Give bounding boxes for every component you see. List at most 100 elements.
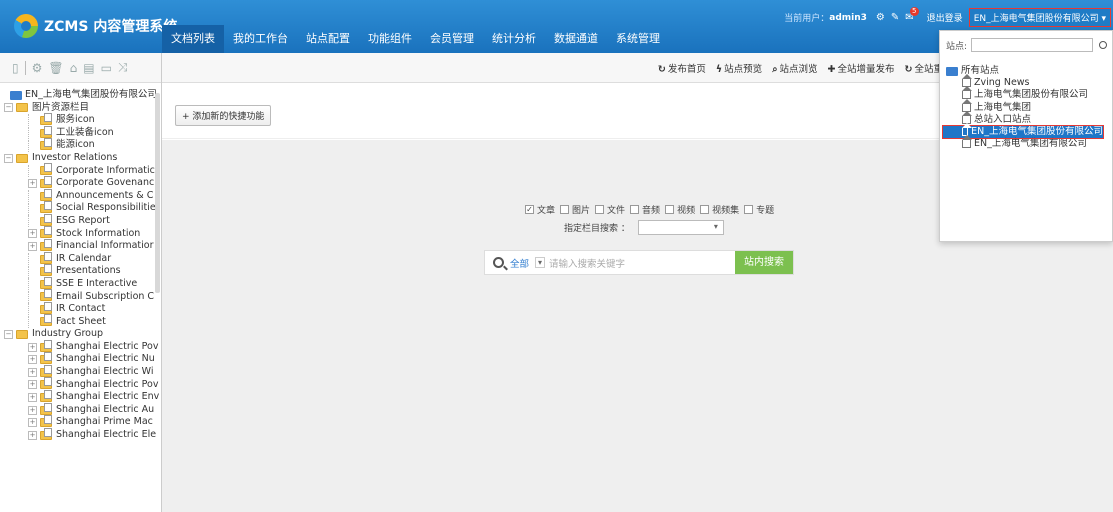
expand-icon[interactable]: +	[28, 405, 37, 415]
chevron-down-icon[interactable]: ▾	[535, 257, 546, 268]
tree-node-label: IR Calendar	[56, 252, 112, 264]
expand-icon[interactable]: +	[28, 229, 37, 239]
nav-item[interactable]: 会员管理	[421, 25, 483, 53]
expand-icon[interactable]: +	[28, 418, 37, 428]
tree-node[interactable]: + Shanghai Electric Wi	[0, 364, 161, 379]
expand-icon[interactable]: +	[28, 393, 37, 403]
tree-node[interactable]: + Stock Information	[0, 226, 161, 241]
tree-node[interactable]: Corporate Informatic	[0, 163, 161, 178]
type-filter-checkbox[interactable]: 文件	[595, 203, 625, 216]
mail-icon[interactable]: ✉ 5	[905, 7, 919, 23]
collapse-icon[interactable]: −	[4, 330, 13, 340]
nav-item[interactable]: 文档列表	[162, 25, 224, 53]
tree-node[interactable]: + Financial Informatior	[0, 238, 161, 253]
tree-node[interactable]: Fact Sheet	[0, 314, 161, 329]
nav-item[interactable]: 统计分析	[483, 25, 545, 53]
folder-icon	[40, 402, 52, 415]
nav-item[interactable]: 系统管理	[607, 25, 669, 53]
tree-node[interactable]: Presentations	[0, 264, 161, 278]
tree-node[interactable]: − Investor Relations	[0, 152, 161, 165]
tree-node[interactable]: 服务icon	[0, 112, 161, 127]
shuffle-icon[interactable]: ⤨	[118, 60, 128, 75]
column-tree: EN_上海电气集团股份有限公司 − 图片资源栏目 服务icon 工业装备icon 能源i…	[0, 83, 161, 442]
comment-icon[interactable]: ▭	[101, 61, 112, 75]
collapse-icon[interactable]: −	[4, 103, 13, 113]
tree-node[interactable]: Announcements & C	[0, 188, 161, 203]
type-filter-checkbox[interactable]: 专题	[744, 203, 774, 216]
tree-node[interactable]: 工业装备icon	[0, 125, 161, 140]
nav-item[interactable]: 数据通道	[545, 25, 607, 53]
tree-node[interactable]: + Shanghai Electric Ele	[0, 427, 161, 442]
type-filter-checkbox[interactable]: ✓ 文章	[525, 203, 555, 216]
tree-node[interactable]: + Corporate Govenanc	[0, 175, 161, 190]
tree-node-label: 工业装备icon	[56, 126, 114, 138]
site-search-input[interactable]	[971, 38, 1094, 52]
toolbar-action[interactable]: ✚ 全站增量发布	[828, 61, 895, 75]
tree-node[interactable]: Email Subscription C	[0, 289, 161, 304]
logout-link[interactable]: 退出登录	[927, 11, 963, 24]
lock-icon[interactable]: ⌂	[70, 61, 78, 75]
list-icon[interactable]: ▤	[83, 61, 94, 75]
tree-node[interactable]: + Shanghai Prime Mac	[0, 415, 161, 429]
tree-node-label: 服务icon	[56, 114, 95, 126]
tree-node-label: Social Responsibilitie	[56, 202, 156, 214]
tree-node[interactable]: IR Calendar	[0, 251, 161, 266]
collapse-icon[interactable]: −	[4, 153, 13, 163]
folder-icon	[16, 153, 28, 163]
trash-icon[interactable]: 🗑	[48, 61, 63, 75]
expand-icon[interactable]: +	[28, 430, 37, 440]
expand-icon[interactable]: +	[28, 355, 37, 365]
type-filter-checkbox[interactable]: 音频	[630, 203, 660, 216]
expand-icon[interactable]: +	[28, 367, 37, 377]
site-option[interactable]: EN_上海电气集团有限公司	[940, 135, 1112, 150]
type-filter-checkbox[interactable]: 图片	[560, 203, 590, 216]
tree-node[interactable]: 能源icon	[0, 138, 161, 152]
folder-icon	[40, 188, 52, 201]
type-filter-checkbox[interactable]: 视频集	[700, 203, 739, 216]
expand-icon[interactable]: +	[28, 178, 37, 188]
type-filter-checkbox[interactable]: 视频	[665, 203, 695, 216]
pencil-icon[interactable]: ✎	[891, 12, 899, 23]
tree-node[interactable]: − 图片资源栏目	[0, 102, 161, 115]
tree-node[interactable]: SSE E Interactive	[0, 276, 161, 291]
tree-node[interactable]: IR Contact	[0, 301, 161, 316]
folder-icon	[16, 103, 28, 113]
tree-node-label: ESG Report	[56, 214, 110, 226]
unchecked-box-icon	[665, 205, 675, 214]
app-logo[interactable]: ZCMS 内容管理系统	[14, 14, 177, 38]
nav-item[interactable]: 站点配置	[297, 25, 359, 53]
expand-icon[interactable]: +	[28, 342, 37, 352]
search-icon[interactable]	[1099, 41, 1108, 49]
toolbar-action[interactable]: ↻ 发布首页	[658, 61, 706, 75]
site-selector[interactable]: EN_上海电气集团股份有限公司 ▾	[968, 8, 1111, 27]
expand-icon[interactable]: +	[28, 241, 37, 251]
tree-node[interactable]: − Industry Group	[0, 328, 161, 341]
site-search-button[interactable]: 站内搜索	[735, 251, 793, 274]
tree-node[interactable]: ESG Report	[0, 213, 161, 228]
tree-node-label: 能源icon	[56, 139, 95, 151]
settings-icon[interactable]: ⚙	[32, 61, 43, 75]
expand-icon[interactable]: +	[28, 380, 37, 390]
tree-node[interactable]: + Shanghai Electric Env	[0, 390, 161, 404]
search-input[interactable]: 请输入搜索关键字	[549, 256, 735, 270]
current-user-label: 当前用户：	[784, 14, 830, 24]
tree-node[interactable]: + Shanghai Electric Au	[0, 402, 161, 417]
gear-icon[interactable]: ⚙	[876, 12, 885, 23]
tree-node[interactable]: Social Responsibilitie	[0, 201, 161, 215]
column-select[interactable]	[637, 220, 724, 235]
toolbar-action[interactable]: ϟ 站点预览	[716, 61, 762, 75]
search-scope[interactable]: 全部	[510, 256, 529, 270]
tree-root[interactable]: EN_上海电气集团股份有限公司	[0, 89, 161, 102]
toolbar-action[interactable]: ↻ 全站重	[905, 61, 943, 75]
checked-box-icon: ✓	[525, 205, 534, 214]
new-doc-icon[interactable]: ▯	[12, 61, 19, 75]
tree-scrollbar[interactable]	[155, 93, 160, 293]
tree-node[interactable]: + Shanghai Electric Pov	[0, 377, 161, 392]
add-quick-function-button[interactable]: + 添加新的快捷功能	[175, 105, 272, 126]
tree-node[interactable]: + Shanghai Electric Pov	[0, 339, 161, 354]
toolbar-action[interactable]: ⌕ 站点浏览	[772, 61, 817, 75]
nav-item[interactable]: 我的工作台	[224, 25, 297, 53]
tree-node[interactable]: + Shanghai Electric Nu	[0, 352, 161, 366]
action-label: 发布首页	[667, 63, 706, 75]
nav-item[interactable]: 功能组件	[359, 25, 421, 53]
